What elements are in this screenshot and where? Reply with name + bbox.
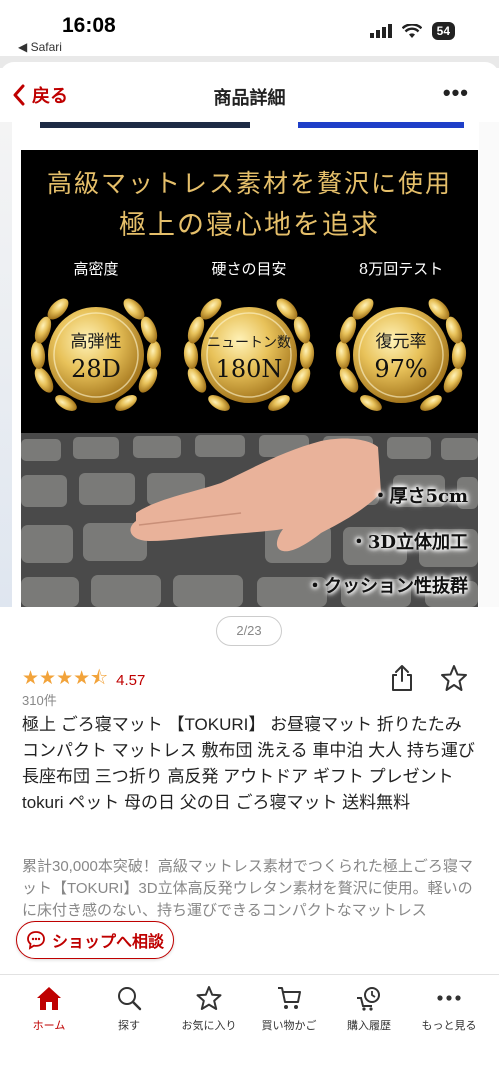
tab-label: お気に入り: [181, 1020, 237, 1032]
badge-hardness: 硬さの目安 ニュートン数 180N: [174, 258, 324, 425]
badge-label: 復元率: [376, 332, 427, 352]
wifi-icon: [401, 23, 422, 38]
tab-favorites[interactable]: お気に入り: [169, 985, 249, 1033]
favorite-button[interactable]: [440, 664, 468, 697]
feature-3d: ・3D立体加工: [349, 532, 468, 553]
home-icon: [37, 987, 61, 1010]
share-icon: [392, 665, 412, 691]
badge-label: ニュートン数: [207, 335, 291, 351]
tab-search[interactable]: 探す: [89, 985, 169, 1033]
product-image[interactable]: 高級マットレス素材を贅沢に使用 極上の寝心地を追求 高密度 高弾性 28D 硬さ…: [21, 150, 478, 607]
badge-value: 28D: [71, 355, 121, 383]
chat-bubble-icon: [27, 931, 45, 950]
cart-icon: [278, 987, 301, 1009]
laurel-medal-icon: ニュートン数 180N: [183, 298, 315, 411]
product-description: 累計30,000本突破！高級マットレス素材でつくられた極上ごろ寝マット【TOKU…: [22, 858, 473, 919]
share-button[interactable]: [390, 664, 414, 697]
history-icon: [357, 987, 380, 1011]
tab-more[interactable]: もっと見る: [409, 985, 489, 1033]
star-icon: [196, 986, 222, 1010]
star-outline-icon: [441, 665, 467, 691]
next-image-edge: [479, 122, 499, 607]
tab-cart[interactable]: 買い物かご: [249, 985, 329, 1033]
tab-label: 買い物かご: [261, 1020, 317, 1032]
badge-density: 高密度 高弾性 28D: [21, 258, 171, 425]
badge-value: 180N: [216, 355, 283, 383]
previous-image-edge: [0, 122, 12, 607]
search-icon: [118, 987, 142, 1011]
badge-value: 97%: [374, 355, 427, 383]
shop-chat-button[interactable]: ショップへ相談: [16, 921, 174, 959]
review-count[interactable]: 310件: [22, 690, 57, 709]
product-title: 極上 ごろ寝マット 【TOKURI】 お昼寝マット 折りたたみ コンパクト マッ…: [22, 715, 475, 812]
status-icons: 54: [369, 22, 455, 40]
more-icon: [437, 995, 461, 1001]
battery-indicator: 54: [431, 22, 455, 40]
more-options-button[interactable]: •••: [443, 80, 469, 106]
laurel-medal-icon: 高弾性 28D: [30, 298, 162, 411]
tab-label: ホーム: [32, 1020, 66, 1032]
rating-value: 4.57: [116, 671, 146, 689]
status-time: 16:08: [62, 14, 116, 37]
feature-thickness: ・厚さ5cm: [371, 486, 468, 507]
badge-recovery: 8万回テスト 復元率 97%: [326, 258, 476, 425]
tab-purchase-history[interactable]: 購入履歴: [329, 985, 409, 1033]
status-bar: 16:08 ◀ Safari 54: [0, 0, 499, 58]
hero-subheadline: 極上の寝心地を追求: [119, 210, 380, 241]
image-pager: 2/23: [216, 616, 282, 646]
laurel-medal-icon: 復元率 97%: [335, 298, 467, 411]
tab-home[interactable]: ホーム: [9, 985, 89, 1033]
badge-caption: 硬さの目安: [211, 260, 287, 278]
feature-cushion: ・クッション性抜群: [306, 576, 468, 597]
previous-image-peek: [0, 122, 499, 128]
tab-label: 探す: [118, 1020, 140, 1032]
bottom-tab-bar: ホーム 探す お気に入り 買い物かご 購入履歴 もっと見る: [0, 974, 499, 1080]
page-title: 商品詳細: [213, 88, 286, 108]
shop-chat-label: ショップへ相談: [51, 934, 164, 951]
signal-icon: [369, 24, 392, 38]
badge-caption: 8万回テスト: [358, 260, 444, 278]
nav-header: 戻る 商品詳細 •••: [0, 62, 499, 124]
hero-headline: 高級マットレス素材を贅沢に使用: [46, 169, 452, 198]
badge-label: 高弾性: [71, 332, 122, 352]
tab-label: もっと見る: [421, 1020, 477, 1032]
back-to-safari-link[interactable]: ◀ Safari: [18, 40, 62, 54]
tab-label: 購入履歴: [347, 1020, 391, 1032]
badge-caption: 高密度: [73, 260, 119, 278]
